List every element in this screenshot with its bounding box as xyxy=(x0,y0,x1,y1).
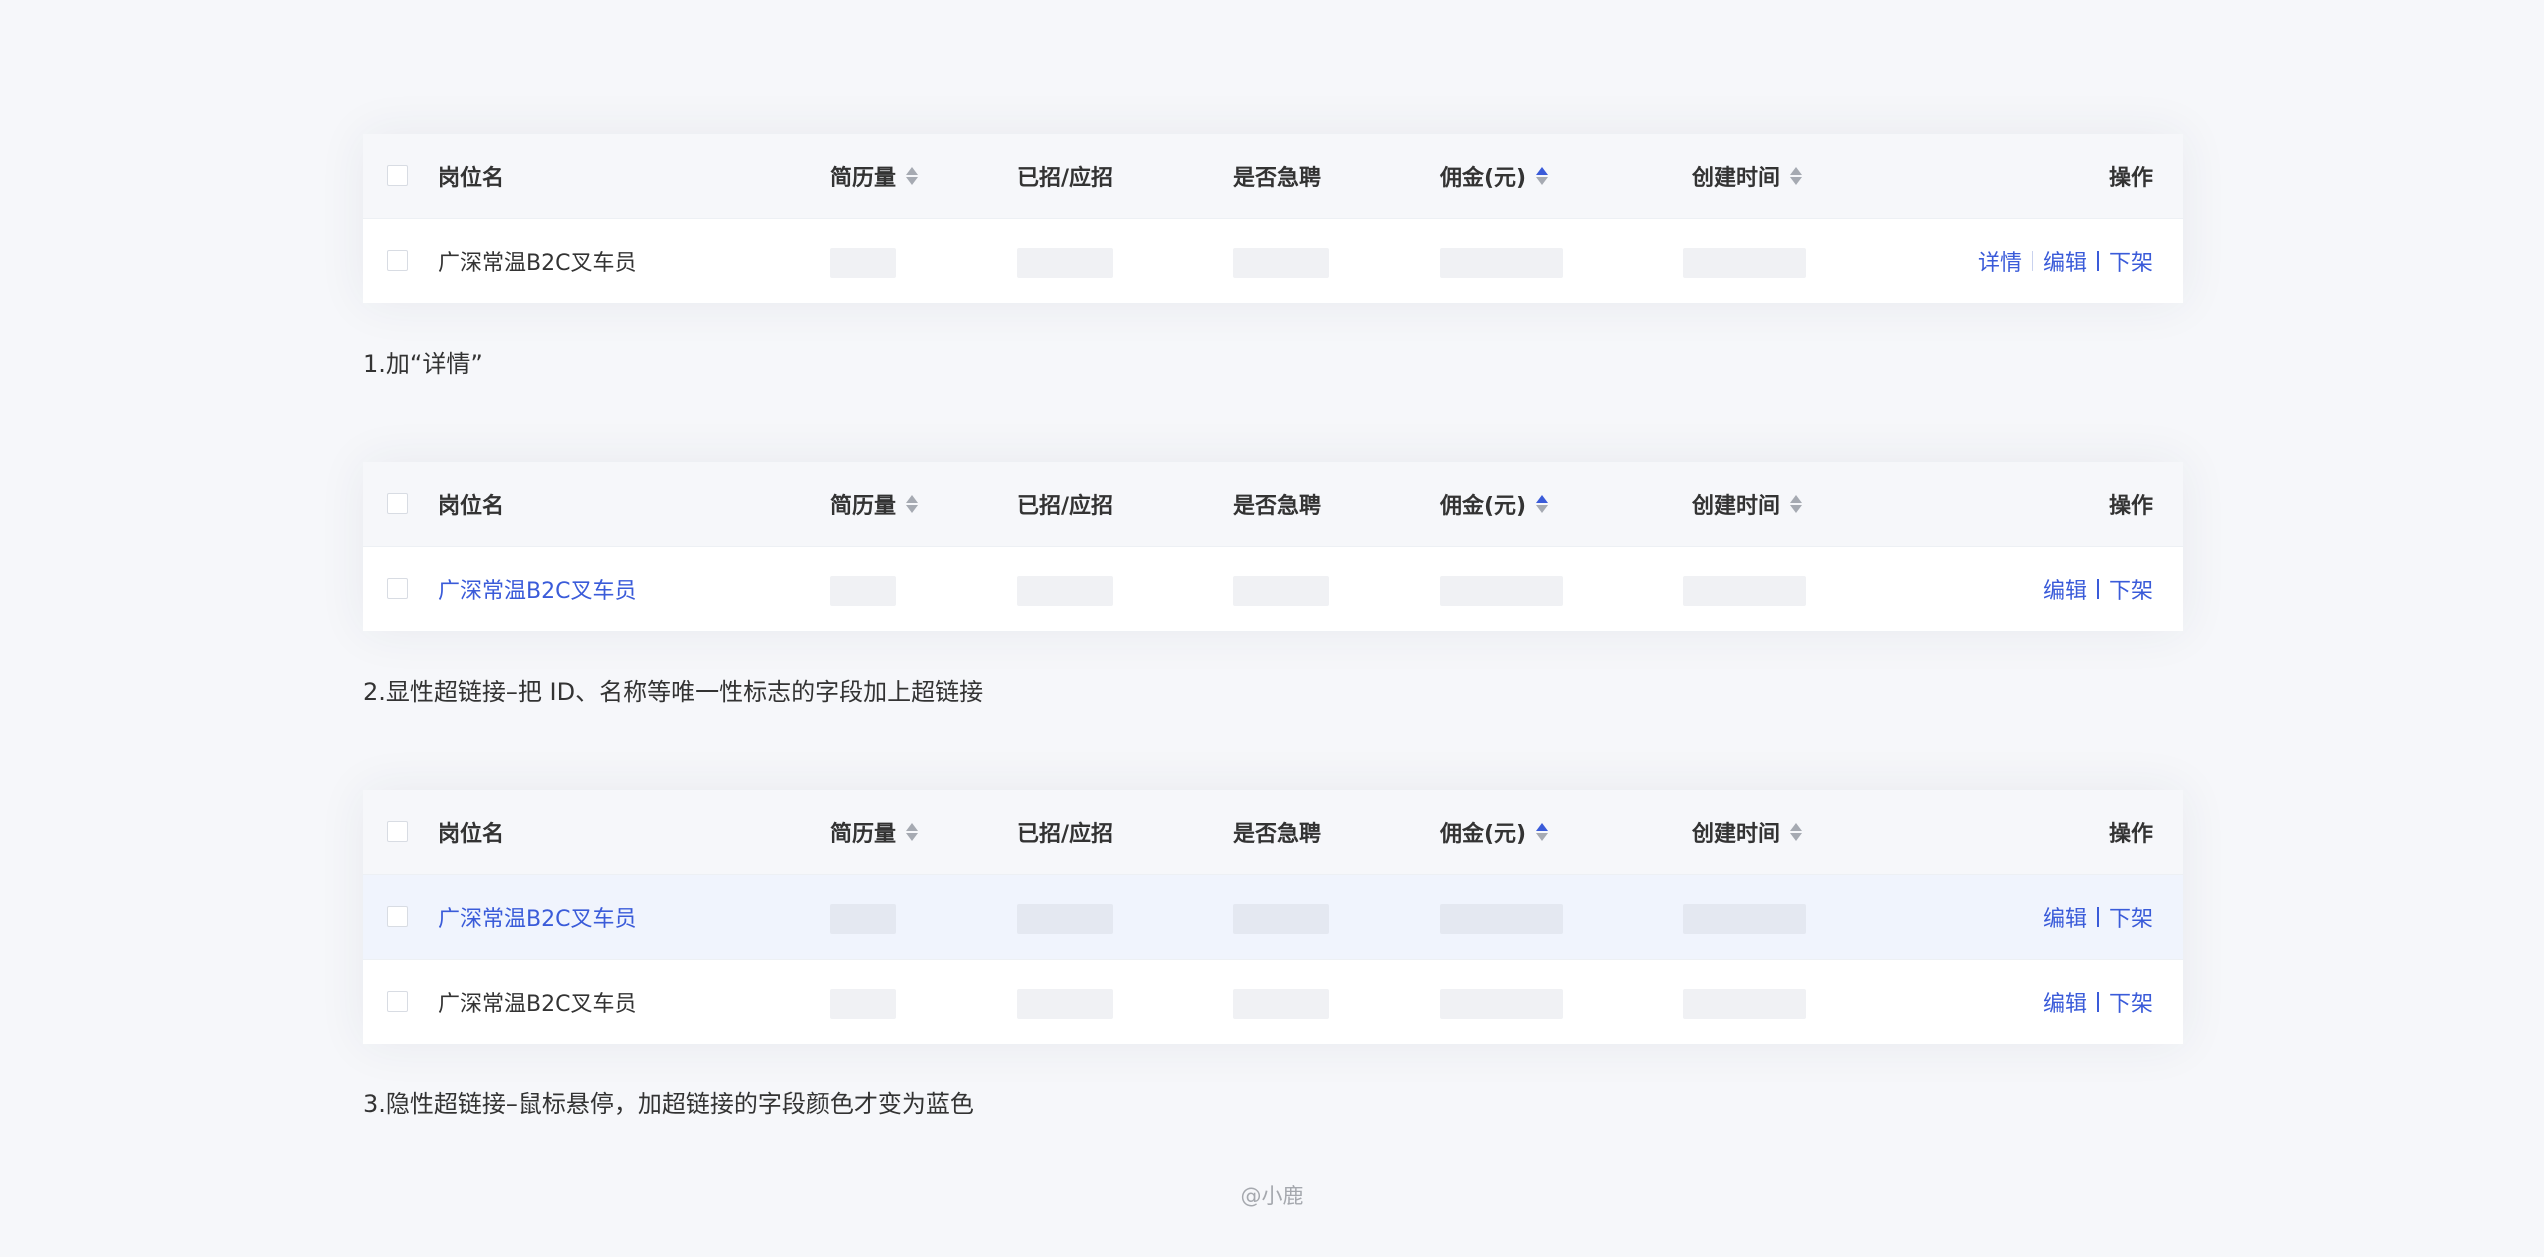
table-row: 广深常温B2C叉车员 编辑 下架 xyxy=(363,960,2183,1044)
edit-link[interactable]: 编辑 xyxy=(2043,986,2087,1018)
table-row-hovered[interactable]: 广深常温B2C叉车员 编辑 下架 xyxy=(363,875,2183,960)
col-header-name: 岗位名 xyxy=(438,166,505,191)
col-header-fee[interactable]: 佣金(元) xyxy=(1440,790,1549,874)
table-header: 岗位名 简历量 已招/应招 是否急聘 佣金(元) 创建时间 操作 xyxy=(363,134,2183,219)
row-actions: 编辑 下架 xyxy=(2043,547,2153,631)
col-header-hired: 已招/应招 xyxy=(1017,822,1114,847)
placeholder-fee xyxy=(1440,989,1563,1019)
col-header-urgent: 是否急聘 xyxy=(1233,494,1322,519)
edit-link[interactable]: 编辑 xyxy=(2043,245,2087,277)
placeholder-created xyxy=(1683,904,1806,934)
table-header: 岗位名 简历量 已招/应招 是否急聘 佣金(元) 创建时间 操作 xyxy=(363,462,2183,547)
action-divider xyxy=(2096,907,2099,927)
action-divider xyxy=(2096,579,2099,599)
row-actions: 详情 编辑 下架 xyxy=(1978,219,2153,303)
action-divider xyxy=(2096,992,2099,1012)
placeholder-hired xyxy=(1017,576,1113,606)
col-header-name: 岗位名 xyxy=(438,494,505,519)
placeholder-hired xyxy=(1017,989,1113,1019)
placeholder-fee xyxy=(1440,904,1563,934)
sort-ascending-icon[interactable] xyxy=(1536,823,1549,841)
table-example-1: 岗位名 简历量 已招/应招 是否急聘 佣金(元) 创建时间 操作 广深常温B2C… xyxy=(363,134,2183,303)
sort-ascending-icon[interactable] xyxy=(1536,495,1549,513)
sort-icon[interactable] xyxy=(1790,495,1803,513)
action-divider xyxy=(2096,251,2099,271)
col-header-urgent: 是否急聘 xyxy=(1233,822,1322,847)
table-row: 广深常温B2C叉车员 编辑 下架 xyxy=(363,547,2183,631)
sort-icon[interactable] xyxy=(906,495,919,513)
row-checkbox[interactable] xyxy=(387,991,408,1012)
placeholder-urgent xyxy=(1233,248,1329,278)
offline-link[interactable]: 下架 xyxy=(2109,573,2153,605)
col-header-name: 岗位名 xyxy=(438,822,505,847)
placeholder-hired xyxy=(1017,904,1113,934)
col-header-hired: 已招/应招 xyxy=(1017,166,1114,191)
job-title-link[interactable]: 广深常温B2C叉车员 xyxy=(438,875,636,959)
row-checkbox[interactable] xyxy=(387,578,408,599)
placeholder-fee xyxy=(1440,248,1563,278)
placeholder-urgent xyxy=(1233,989,1329,1019)
edit-link[interactable]: 编辑 xyxy=(2043,573,2087,605)
placeholder-urgent xyxy=(1233,576,1329,606)
table-example-3: 岗位名 简历量 已招/应招 是否急聘 佣金(元) 创建时间 操作 广深常温B2C… xyxy=(363,790,2183,1044)
caption-1: 1.加“详情” xyxy=(363,350,483,378)
placeholder-resume xyxy=(830,576,896,606)
job-title-link[interactable]: 广深常温B2C叉车员 xyxy=(438,547,636,631)
sort-ascending-icon[interactable] xyxy=(1536,167,1549,185)
placeholder-fee xyxy=(1440,576,1563,606)
job-title[interactable]: 广深常温B2C叉车员 xyxy=(438,960,636,1044)
edit-link[interactable]: 编辑 xyxy=(2043,901,2087,933)
col-header-ops: 操作 xyxy=(2108,822,2153,847)
table-header: 岗位名 简历量 已招/应招 是否急聘 佣金(元) 创建时间 操作 xyxy=(363,790,2183,875)
col-header-resume[interactable]: 简历量 xyxy=(830,134,919,218)
offline-link[interactable]: 下架 xyxy=(2109,245,2153,277)
sort-icon[interactable] xyxy=(906,823,919,841)
placeholder-resume xyxy=(830,904,896,934)
action-divider xyxy=(2031,251,2033,271)
row-actions: 编辑 下架 xyxy=(2043,875,2153,959)
placeholder-urgent xyxy=(1233,904,1329,934)
placeholder-resume xyxy=(830,989,896,1019)
sort-icon[interactable] xyxy=(1790,823,1803,841)
col-header-hired: 已招/应招 xyxy=(1017,494,1114,519)
col-header-ops: 操作 xyxy=(2108,166,2153,191)
table-example-2: 岗位名 简历量 已招/应招 是否急聘 佣金(元) 创建时间 操作 广深常温B2C… xyxy=(363,462,2183,631)
col-header-fee[interactable]: 佣金(元) xyxy=(1440,134,1549,218)
row-checkbox[interactable] xyxy=(387,250,408,271)
table-row: 广深常温B2C叉车员 详情 编辑 下架 xyxy=(363,219,2183,303)
select-all-checkbox[interactable] xyxy=(387,821,408,842)
job-title: 广深常温B2C叉车员 xyxy=(438,251,637,276)
placeholder-created xyxy=(1683,576,1806,606)
select-all-checkbox[interactable] xyxy=(387,165,408,186)
offline-link[interactable]: 下架 xyxy=(2109,901,2153,933)
col-header-created[interactable]: 创建时间 xyxy=(1692,790,1803,874)
row-actions: 编辑 下架 xyxy=(2043,960,2153,1044)
footer-credit: @小鹿 xyxy=(1240,1184,1304,1208)
placeholder-created xyxy=(1683,989,1806,1019)
sort-icon[interactable] xyxy=(1790,167,1803,185)
col-header-resume[interactable]: 简历量 xyxy=(830,790,919,874)
col-header-urgent: 是否急聘 xyxy=(1233,166,1322,191)
col-header-resume[interactable]: 简历量 xyxy=(830,462,919,546)
placeholder-created xyxy=(1683,248,1806,278)
placeholder-hired xyxy=(1017,248,1113,278)
select-all-checkbox[interactable] xyxy=(387,493,408,514)
col-header-created[interactable]: 创建时间 xyxy=(1692,462,1803,546)
caption-2: 2.显性超链接–把 ID、名称等唯一性标志的字段加上超链接 xyxy=(363,678,984,706)
detail-link[interactable]: 详情 xyxy=(1978,245,2022,277)
row-checkbox[interactable] xyxy=(387,906,408,927)
placeholder-resume xyxy=(830,248,896,278)
offline-link[interactable]: 下架 xyxy=(2109,986,2153,1018)
col-header-ops: 操作 xyxy=(2108,494,2153,519)
sort-icon[interactable] xyxy=(906,167,919,185)
col-header-fee[interactable]: 佣金(元) xyxy=(1440,462,1549,546)
caption-3: 3.隐性超链接–鼠标悬停，加超链接的字段颜色才变为蓝色 xyxy=(363,1090,974,1118)
col-header-created[interactable]: 创建时间 xyxy=(1692,134,1803,218)
